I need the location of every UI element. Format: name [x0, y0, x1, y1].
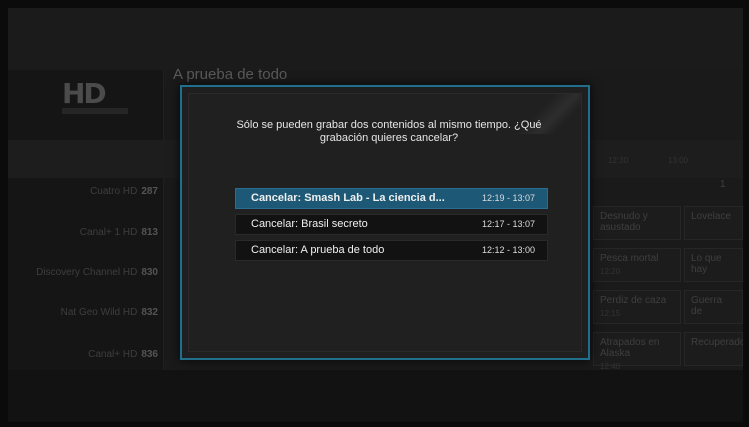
program-title: Atrapados en Alaska: [600, 337, 660, 359]
channel-name: Canal+ 1 HD: [79, 227, 138, 238]
bottom-bar: [8, 370, 743, 422]
guide-title: A prueba de todo: [173, 66, 288, 83]
band-time: 12:30: [608, 156, 629, 165]
channel-name: Canal+ HD: [88, 349, 138, 360]
cancel-option-smash-lab[interactable]: Cancelar: Smash Lab - La ciencia d... 12…: [235, 188, 548, 209]
channel-number: 830: [141, 267, 158, 278]
program-time: 12:15: [600, 309, 621, 318]
option-label: Cancelar: Brasil secreto: [251, 218, 368, 230]
channel-row[interactable]: Discovery Channel HD 830: [8, 266, 158, 280]
program-cell[interactable]: Lovelace: [684, 206, 743, 240]
tv-screen: HD A prueba de todo 12:30 13:00 1 Cuatro…: [8, 8, 743, 422]
channel-row[interactable]: Cuatro HD 287: [8, 185, 158, 199]
channel-name: Nat Geo Wild HD: [60, 307, 138, 318]
program-cell[interactable]: Recuperados: [684, 332, 743, 366]
top-bar: [8, 8, 743, 70]
option-time: 12:12 - 13:00: [481, 245, 535, 255]
channel-row[interactable]: Nat Geo Wild HD 832: [8, 306, 158, 320]
program-title: Pesca mortal: [600, 253, 659, 264]
program-title: Guerra de: [691, 295, 723, 317]
program-title: Lo que hay: [691, 253, 722, 275]
program-cell[interactable]: Lo que hay: [684, 248, 743, 282]
channel-number: 832: [141, 307, 158, 318]
channel-number: 813: [141, 227, 158, 238]
channel-row[interactable]: Canal+ HD 836: [8, 348, 158, 362]
program-title: Perdiz de caza: [600, 295, 667, 306]
guide-right-label: 1: [720, 179, 726, 190]
dialog-message: Sólo se pueden grabar dos contenidos al …: [236, 119, 542, 144]
program-cell[interactable]: Desnudo y asustado: [593, 206, 681, 240]
cancel-option-a-prueba-de-todo[interactable]: Cancelar: A prueba de todo 12:12 - 13:00: [235, 240, 548, 261]
band-time: 13:00: [668, 156, 689, 165]
cancel-recording-dialog: Sólo se pueden grabar dos contenidos al …: [180, 85, 590, 360]
channel-name: Discovery Channel HD: [36, 267, 138, 278]
channel-number: 836: [141, 349, 158, 360]
program-title: Desnudo y asustado: [600, 211, 648, 233]
program-title: Recuperados: [691, 337, 743, 348]
program-title: Lovelace: [691, 211, 732, 222]
program-cell[interactable]: Atrapados en Alaska 12:40: [593, 332, 681, 371]
program-cell[interactable]: Perdiz de caza 12:15: [593, 290, 681, 324]
option-label: Cancelar: Smash Lab - La ciencia d...: [251, 192, 445, 204]
dialog-panel: Sólo se pueden grabar dos contenidos al …: [188, 93, 582, 352]
recording-options-list: Cancelar: Smash Lab - La ciencia d... 12…: [235, 188, 548, 266]
cancel-option-brasil-secreto[interactable]: Cancelar: Brasil secreto 12:17 - 13:07: [235, 214, 548, 235]
channel-row[interactable]: Canal+ 1 HD 813: [8, 226, 158, 240]
program-time: 12:40: [600, 362, 621, 371]
hd-logo: HD: [62, 77, 107, 110]
logo-subline: [62, 108, 128, 114]
program-cell[interactable]: Guerra de: [684, 290, 743, 324]
option-time: 12:19 - 13:07: [481, 193, 535, 203]
channel-name: Cuatro HD: [90, 186, 138, 197]
option-label: Cancelar: A prueba de todo: [251, 244, 385, 256]
channel-number: 287: [141, 186, 158, 197]
program-time: 12:20: [600, 267, 621, 276]
program-cell[interactable]: Pesca mortal 12:20: [593, 248, 681, 282]
option-time: 12:17 - 13:07: [481, 219, 535, 229]
